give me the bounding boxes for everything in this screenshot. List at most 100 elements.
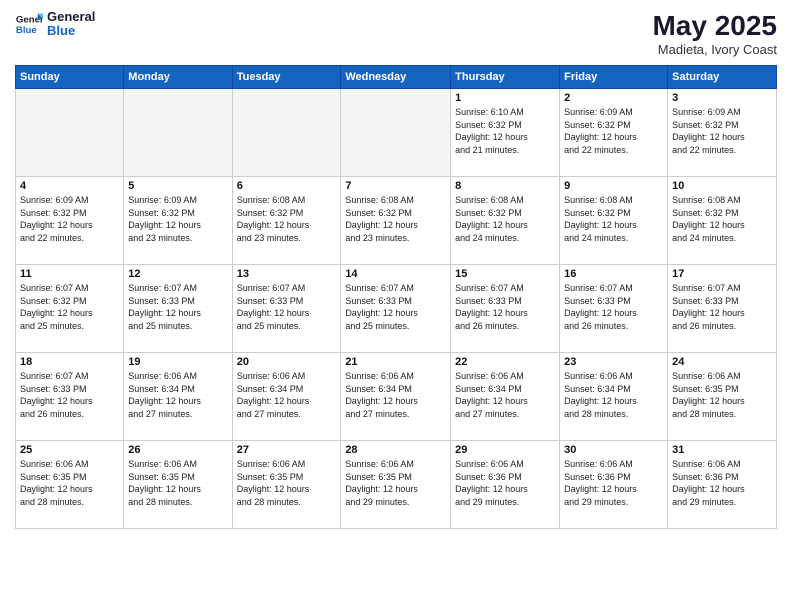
cell-info: Sunrise: 6:07 AM Sunset: 6:33 PM Dayligh… [20, 370, 119, 420]
calendar-cell [232, 89, 341, 177]
day-number: 9 [564, 180, 663, 192]
calendar-cell: 16 Sunrise: 6:07 AM Sunset: 6:33 PM Dayli… [560, 265, 668, 353]
calendar-cell: 15 Sunrise: 6:07 AM Sunset: 6:33 PM Dayli… [451, 265, 560, 353]
calendar-cell: 17 Sunrise: 6:07 AM Sunset: 6:33 PM Dayli… [668, 265, 777, 353]
cell-info: Sunrise: 6:08 AM Sunset: 6:32 PM Dayligh… [672, 194, 772, 244]
title-block: May 2025 Madieta, Ivory Coast [652, 10, 777, 57]
cell-info: Sunrise: 6:07 AM Sunset: 6:33 PM Dayligh… [455, 282, 555, 332]
calendar-cell: 13Sunrise: 6:07 AM Sunset: 6:33 PM Dayli… [232, 265, 341, 353]
day-number: 6 [237, 180, 337, 192]
cell-info: Sunrise: 6:07 AM Sunset: 6:32 PM Dayligh… [20, 282, 119, 332]
cell-info: Sunrise: 6:06 AM Sunset: 6:35 PM Dayligh… [237, 458, 337, 508]
month-title: May 2025 [652, 10, 777, 42]
day-number: 14 [345, 268, 446, 280]
day-number: 11 [20, 268, 119, 280]
page: General Blue General Blue May 2025 Madie… [0, 0, 792, 612]
logo-blue: Blue [47, 24, 95, 38]
day-number: 20 [237, 356, 337, 368]
calendar-cell: 12 Sunrise: 6:07 AM Sunset: 6:33 PM Dayli… [124, 265, 232, 353]
day-header-saturday: Saturday [668, 66, 777, 89]
calendar-cell: 3 Sunrise: 6:09 AM Sunset: 6:32 PM Daylig… [668, 89, 777, 177]
calendar-cell: 5 Sunrise: 6:09 AM Sunset: 6:32 PM Daylig… [124, 177, 232, 265]
cell-info: Sunrise: 6:06 AM Sunset: 6:36 PM Dayligh… [672, 458, 772, 508]
calendar-cell: 21Sunrise: 6:06 AM Sunset: 6:34 PM Dayli… [341, 353, 451, 441]
cell-info: Sunrise: 6:09 AM Sunset: 6:32 PM Dayligh… [672, 106, 772, 156]
cell-info: Sunrise: 6:06 AM Sunset: 6:34 PM Dayligh… [128, 370, 227, 420]
cell-info: Sunrise: 6:08 AM Sunset: 6:32 PM Dayligh… [455, 194, 555, 244]
calendar-week-3: 11 Sunrise: 6:07 AM Sunset: 6:32 PM Dayli… [16, 265, 777, 353]
cell-info: Sunrise: 6:08 AM Sunset: 6:32 PM Dayligh… [237, 194, 337, 244]
day-number: 19 [128, 356, 227, 368]
calendar-header-row: SundayMondayTuesdayWednesdayThursdayFrid… [16, 66, 777, 89]
calendar-cell [124, 89, 232, 177]
calendar-cell: 9 Sunrise: 6:08 AM Sunset: 6:32 PM Daylig… [560, 177, 668, 265]
cell-info: Sunrise: 6:07 AM Sunset: 6:33 PM Dayligh… [564, 282, 663, 332]
day-number: 24 [672, 356, 772, 368]
calendar-cell: 1Sunrise: 6:10 AM Sunset: 6:32 PM Daylig… [451, 89, 560, 177]
cell-info: Sunrise: 6:07 AM Sunset: 6:33 PM Dayligh… [345, 282, 446, 332]
cell-info: Sunrise: 6:06 AM Sunset: 6:34 PM Dayligh… [455, 370, 555, 420]
calendar-table: SundayMondayTuesdayWednesdayThursdayFrid… [15, 65, 777, 529]
cell-info: Sunrise: 6:06 AM Sunset: 6:35 PM Dayligh… [672, 370, 772, 420]
day-number: 25 [20, 444, 119, 456]
calendar-cell: 10 Sunrise: 6:08 AM Sunset: 6:32 PM Dayli… [668, 177, 777, 265]
day-header-monday: Monday [124, 66, 232, 89]
calendar-cell: 19 Sunrise: 6:06 AM Sunset: 6:34 PM Dayli… [124, 353, 232, 441]
calendar-cell: 24 Sunrise: 6:06 AM Sunset: 6:35 PM Dayli… [668, 353, 777, 441]
day-number: 5 [128, 180, 227, 192]
cell-info: Sunrise: 6:07 AM Sunset: 6:33 PM Dayligh… [128, 282, 227, 332]
cell-info: Sunrise: 6:09 AM Sunset: 6:32 PM Dayligh… [20, 194, 119, 244]
day-number: 1 [455, 92, 555, 104]
day-number: 30 [564, 444, 663, 456]
cell-info: Sunrise: 6:08 AM Sunset: 6:32 PM Dayligh… [345, 194, 446, 244]
day-number: 29 [455, 444, 555, 456]
calendar-cell: 29Sunrise: 6:06 AM Sunset: 6:36 PM Dayli… [451, 441, 560, 529]
day-number: 3 [672, 92, 772, 104]
day-number: 4 [20, 180, 119, 192]
day-number: 7 [345, 180, 446, 192]
calendar-cell: 31Sunrise: 6:06 AM Sunset: 6:36 PM Dayli… [668, 441, 777, 529]
logo-general: General [47, 10, 95, 24]
calendar-cell: 8 Sunrise: 6:08 AM Sunset: 6:32 PM Daylig… [451, 177, 560, 265]
calendar-cell: 20 Sunrise: 6:06 AM Sunset: 6:34 PM Dayli… [232, 353, 341, 441]
calendar-cell: 4 Sunrise: 6:09 AM Sunset: 6:32 PM Daylig… [16, 177, 124, 265]
logo-icon: General Blue [15, 10, 43, 38]
calendar-cell: 6 Sunrise: 6:08 AM Sunset: 6:32 PM Daylig… [232, 177, 341, 265]
day-number: 22 [455, 356, 555, 368]
day-number: 8 [455, 180, 555, 192]
cell-info: Sunrise: 6:09 AM Sunset: 6:32 PM Dayligh… [564, 106, 663, 156]
calendar-cell: 30 Sunrise: 6:06 AM Sunset: 6:36 PM Dayli… [560, 441, 668, 529]
cell-info: Sunrise: 6:09 AM Sunset: 6:32 PM Dayligh… [128, 194, 227, 244]
day-number: 17 [672, 268, 772, 280]
calendar-week-5: 25 Sunrise: 6:06 AM Sunset: 6:35 PM Dayli… [16, 441, 777, 529]
location: Madieta, Ivory Coast [652, 42, 777, 57]
cell-info: Sunrise: 6:06 AM Sunset: 6:34 PM Dayligh… [237, 370, 337, 420]
cell-info: Sunrise: 6:06 AM Sunset: 6:36 PM Dayligh… [564, 458, 663, 508]
day-number: 21 [345, 356, 446, 368]
calendar-cell: 26 Sunrise: 6:06 AM Sunset: 6:35 PM Dayli… [124, 441, 232, 529]
calendar-cell: 11 Sunrise: 6:07 AM Sunset: 6:32 PM Dayli… [16, 265, 124, 353]
svg-text:Blue: Blue [16, 25, 37, 36]
day-number: 16 [564, 268, 663, 280]
calendar-cell: 23Sunrise: 6:06 AM Sunset: 6:34 PM Dayli… [560, 353, 668, 441]
calendar-cell [16, 89, 124, 177]
cell-info: Sunrise: 6:06 AM Sunset: 6:35 PM Dayligh… [128, 458, 227, 508]
day-number: 18 [20, 356, 119, 368]
day-number: 12 [128, 268, 227, 280]
cell-info: Sunrise: 6:06 AM Sunset: 6:35 PM Dayligh… [345, 458, 446, 508]
day-number: 26 [128, 444, 227, 456]
calendar-cell: 18 Sunrise: 6:07 AM Sunset: 6:33 PM Dayli… [16, 353, 124, 441]
day-number: 2 [564, 92, 663, 104]
day-number: 27 [237, 444, 337, 456]
cell-info: Sunrise: 6:08 AM Sunset: 6:32 PM Dayligh… [564, 194, 663, 244]
day-header-sunday: Sunday [16, 66, 124, 89]
calendar-cell: 14 Sunrise: 6:07 AM Sunset: 6:33 PM Dayli… [341, 265, 451, 353]
cell-info: Sunrise: 6:07 AM Sunset: 6:33 PM Dayligh… [672, 282, 772, 332]
calendar-week-4: 18 Sunrise: 6:07 AM Sunset: 6:33 PM Dayli… [16, 353, 777, 441]
calendar-week-2: 4 Sunrise: 6:09 AM Sunset: 6:32 PM Daylig… [16, 177, 777, 265]
day-number: 23 [564, 356, 663, 368]
header: General Blue General Blue May 2025 Madie… [15, 10, 777, 57]
day-number: 10 [672, 180, 772, 192]
day-header-thursday: Thursday [451, 66, 560, 89]
day-number: 15 [455, 268, 555, 280]
